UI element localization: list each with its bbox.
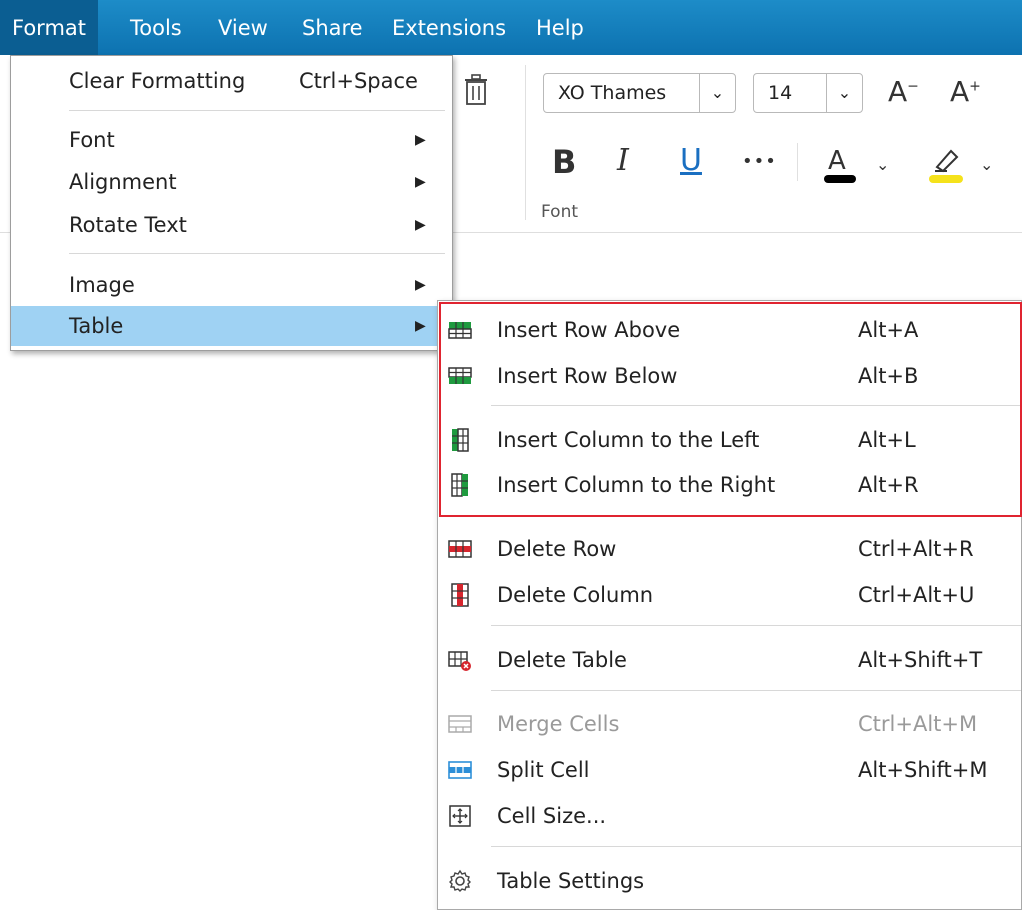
menu-divider [491,846,1021,847]
decrease-font-size-icon[interactable]: A− [888,75,919,108]
submenu-arrow-icon: ▶ [415,217,426,233]
menu-item-cell-size[interactable]: Cell Size... [438,794,1021,838]
menu-item-label: Table [69,314,124,338]
chevron-down-icon[interactable]: ⌄ [826,74,862,112]
menu-item-table-settings[interactable]: Table Settings [438,859,1021,903]
menu-item-label: Delete Column [497,583,654,607]
menu-item-label: Font [69,128,115,152]
merge-cells-icon [448,715,472,733]
menu-item-shortcut: Alt+A [858,318,919,342]
menu-divider [491,690,1021,691]
menu-item-label: Insert Row Above [497,318,681,342]
font-name-select[interactable]: XO Thames ⌄ [543,73,736,113]
menu-item-delete-column[interactable]: Delete Column Ctrl+Alt+U [438,573,1021,617]
menu-item-merge-cells: Merge Cells Ctrl+Alt+M [438,702,1021,746]
toolbar-divider [797,143,798,181]
submenu-arrow-icon: ▶ [415,174,426,190]
highlight-icon[interactable] [927,143,967,187]
menu-item-alignment[interactable]: Alignment ▶ [11,162,452,202]
insert-column-right-icon [451,473,468,497]
menu-item-split-cell[interactable]: Split Cell Alt+Shift+M [438,748,1021,792]
italic-icon[interactable]: I [617,143,629,178]
more-icon[interactable]: ••• [742,151,777,172]
increase-font-size-icon[interactable]: A+ [950,75,981,108]
menu-item-label: Image [69,273,135,297]
menu-item-shortcut: Alt+Shift+T [858,648,983,672]
menu-item-label: Split Cell [497,758,590,782]
font-color-icon[interactable]: A [820,143,860,187]
menu-divider [491,625,1021,626]
menu-item-label: Cell Size... [497,804,607,828]
submenu-arrow-icon: ▶ [415,318,426,334]
menu-item-label: Alignment [69,170,177,194]
font-size-select[interactable]: 14 ⌄ [753,73,863,113]
menu-item-shortcut: Ctrl+Alt+R [858,537,974,561]
chevron-down-icon[interactable]: ⌄ [980,155,993,174]
menu-item-label: Insert Row Below [497,364,678,388]
delete-column-icon [451,583,469,607]
bold-icon[interactable]: B [552,143,576,181]
menu-divider [69,253,445,254]
menu-item-shortcut: Ctrl+Alt+U [858,583,975,607]
chevron-down-icon[interactable]: ⌄ [699,74,735,112]
menu-item-image[interactable]: Image ▶ [11,265,452,305]
menu-item-label: Merge Cells [497,712,620,736]
delete-icon[interactable] [461,73,491,107]
delete-row-icon [448,540,472,558]
menu-item-rotate-text[interactable]: Rotate Text ▶ [11,205,452,245]
cell-size-icon [449,805,471,827]
menu-item-delete-table[interactable]: Delete Table Alt+Shift+T [438,638,1021,682]
insert-column-left-icon [452,428,469,452]
chevron-down-icon[interactable]: ⌄ [876,155,889,174]
toolbar-divider [525,65,526,220]
menu-item-label: Insert Column to the Right [497,473,776,497]
menu-item-insert-row-above[interactable]: Insert Row Above Alt+A [438,308,1021,352]
delete-table-icon [448,651,471,671]
insert-row-below-icon [448,367,472,384]
menu-item-label: Delete Row [497,537,617,561]
menu-item-insert-column-left[interactable]: Insert Column to the Left Alt+L [438,418,1021,462]
settings-gear-icon [449,869,471,892]
menu-format[interactable]: Format [0,0,99,55]
menu-item-clear-formatting[interactable]: Clear Formatting Ctrl+Space [11,61,452,101]
menu-item-label: Delete Table [497,648,627,672]
menu-item-insert-column-right[interactable]: Insert Column to the Right Alt+R [438,463,1021,507]
underline-icon[interactable]: U [680,143,702,178]
menu-tools[interactable]: Tools [118,0,194,55]
format-menu: Clear Formatting Ctrl+Space Font ▶ Align… [10,55,453,351]
submenu-arrow-icon: ▶ [415,132,426,148]
menu-help[interactable]: Help [524,0,596,55]
svg-text:A: A [828,146,846,176]
menu-item-shortcut: Ctrl+Space [299,69,418,93]
menu-item-table[interactable]: Table ▶ [11,306,452,346]
menu-item-delete-row[interactable]: Delete Row Ctrl+Alt+R [438,527,1021,571]
menu-view[interactable]: View [206,0,280,55]
menu-item-shortcut: Alt+L [858,428,916,452]
font-size-value: 14 [768,82,793,104]
menu-item-label: Table Settings [497,869,645,893]
table-submenu: Insert Row Above Alt+A Insert Row Below … [437,300,1022,910]
menu-item-label: Insert Column to the Left [497,428,760,452]
menu-item-label: Rotate Text [69,213,187,237]
menu-item-shortcut: Alt+B [858,364,919,388]
menu-extensions[interactable]: Extensions [380,0,518,55]
menu-item-shortcut: Alt+Shift+M [858,758,988,782]
insert-row-above-icon [448,322,472,339]
menu-item-font[interactable]: Font ▶ [11,120,452,160]
menu-item-label: Clear Formatting [69,69,246,93]
split-cell-icon [448,761,472,779]
menu-divider [69,110,445,111]
menu-divider [491,405,1021,406]
menu-share[interactable]: Share [290,0,375,55]
menu-bar: Format Tools View Share Extensions Help [0,0,1022,55]
menu-item-shortcut: Alt+R [858,473,919,497]
menu-item-shortcut: Ctrl+Alt+M [858,712,978,736]
font-name-value: XO Thames [558,82,667,104]
font-group-label: Font [541,202,579,222]
submenu-arrow-icon: ▶ [415,277,426,293]
menu-item-insert-row-below[interactable]: Insert Row Below Alt+B [438,354,1021,398]
